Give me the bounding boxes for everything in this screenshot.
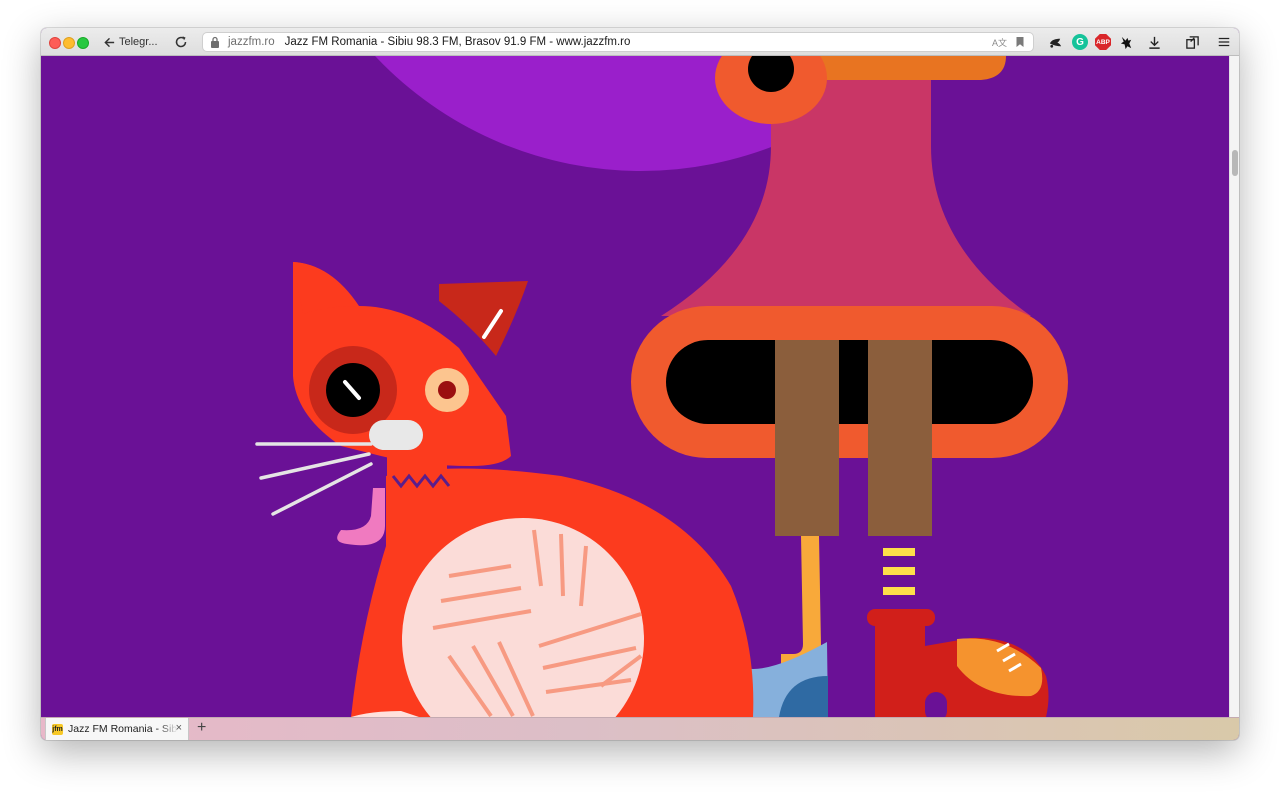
scrollbar-thumb[interactable]: [1232, 150, 1238, 176]
close-window-button[interactable]: [49, 37, 61, 49]
reload-button[interactable]: [173, 34, 189, 50]
browser-toolbar: Telegr... jazzfm.ro Jazz FM Romania - Si…: [41, 28, 1239, 56]
jazz-illustration: [41, 56, 1229, 717]
lock-icon: [211, 36, 219, 48]
page-content: [41, 56, 1229, 717]
tab-label: Jazz FM Romania - Sibiu: [68, 723, 178, 735]
bookmark-icon[interactable]: [1015, 36, 1025, 48]
arrow-left-icon: [104, 37, 115, 47]
back-button-label: Telegr...: [119, 36, 158, 48]
reload-icon: [175, 36, 187, 48]
downloads-icon[interactable]: [1146, 34, 1162, 50]
bat-extension-icon[interactable]: [1118, 34, 1134, 50]
translate-icon[interactable]: A文: [992, 36, 1007, 49]
minimize-window-button[interactable]: [63, 37, 75, 49]
jazzfm-favicon-icon: jfm: [52, 723, 63, 735]
close-tab-icon[interactable]: ×: [176, 722, 182, 734]
tab-jazz-fm[interactable]: jfm Jazz FM Romania - Sibiu ×: [45, 718, 189, 740]
synced-tabs-icon[interactable]: [1184, 34, 1200, 50]
pocket-icon[interactable]: [1047, 34, 1063, 50]
address-bar[interactable]: jazzfm.ro Jazz FM Romania - Sibiu 98.3 F…: [202, 32, 1034, 52]
back-button[interactable]: Telegr...: [103, 32, 158, 52]
tab-bar: jfm Jazz FM Romania - Sibiu × +: [41, 717, 1239, 740]
page-scrollbar[interactable]: [1229, 56, 1239, 717]
maximize-window-button[interactable]: [77, 37, 89, 49]
url-domain: jazzfm.ro: [228, 36, 275, 48]
menu-icon[interactable]: [1216, 34, 1232, 50]
new-tab-button[interactable]: +: [197, 719, 206, 737]
browser-window: Telegr... jazzfm.ro Jazz FM Romania - Si…: [41, 28, 1239, 740]
grammarly-icon[interactable]: G: [1072, 34, 1088, 50]
page-title: Jazz FM Romania - Sibiu 98.3 FM, Brasov …: [284, 36, 631, 48]
adblock-plus-icon[interactable]: ABP: [1095, 34, 1111, 50]
